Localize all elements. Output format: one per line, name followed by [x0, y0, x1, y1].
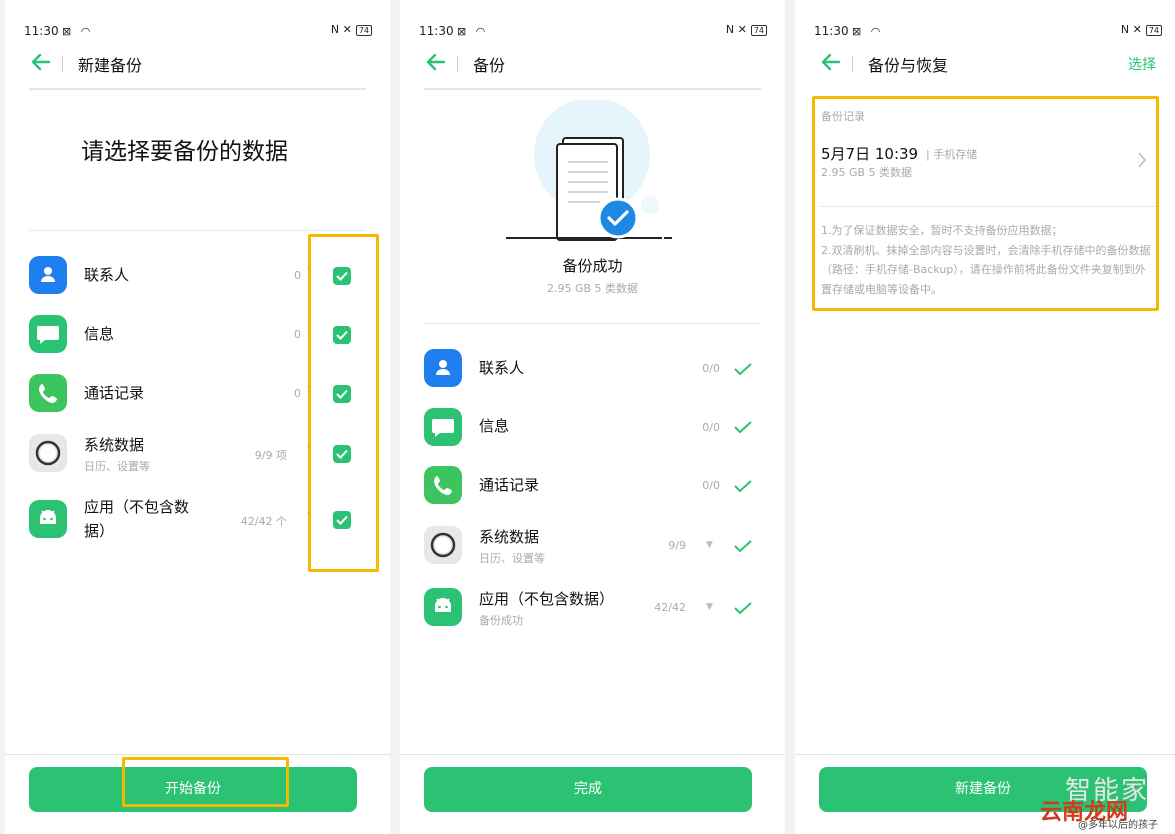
status-time: 11:30 [814, 24, 849, 38]
back-arrow-icon[interactable] [29, 50, 53, 74]
battery-icon: 74 [750, 24, 767, 36]
nfc-mute-battery-icon: N ✕ 74 [726, 23, 767, 36]
status-time: 11:30 [24, 24, 59, 38]
phone-icon [424, 466, 462, 504]
item-count: 9/9 项 [254, 449, 287, 462]
app-header: 新建备份 [5, 48, 390, 82]
item-name: 通话记录 [479, 476, 540, 494]
header-line [29, 88, 366, 90]
system-icon [29, 434, 67, 472]
item-subtitle: 备份成功 [479, 614, 523, 627]
android-icon [424, 588, 462, 626]
record-highlight-box [812, 96, 1159, 311]
item-count: 42/42 个 [240, 515, 287, 528]
divider [424, 323, 761, 324]
chevron-down-icon[interactable]: ▼ [706, 540, 713, 550]
phone-icon [29, 374, 67, 412]
backup-summary: 2.95 GB 5 类数据 [546, 282, 639, 295]
item-name: 信息 [84, 325, 115, 343]
item-name: 应用（不包含数据） [479, 590, 615, 608]
new-backup-screen: 11:30 ⊠ ◠ N ✕ 74 新建备份 请选择要备份的数据 联系人 0 ⌃ 信… [5, 0, 390, 834]
notification-wifi-icon: ⊠ ◠ [62, 25, 94, 38]
item-count: 0 [294, 328, 301, 341]
item-name: 应用（不包含数 [84, 498, 190, 516]
item-name-continued: 据） [84, 522, 115, 540]
watermark-credit: @多年以后的孩子 [1078, 820, 1158, 831]
header-divider [62, 56, 63, 72]
bottom-divider [400, 754, 785, 755]
select-data-heading: 请选择要备份的数据 [81, 139, 288, 165]
system-icon [424, 526, 462, 564]
app-header: 备份与恢复 选择 [795, 48, 1175, 82]
header-divider [852, 56, 853, 72]
item-count: 0 [294, 269, 301, 282]
bottom-divider [795, 754, 1175, 755]
status-bar: 11:30 ⊠ ◠ N ✕ 74 [419, 22, 767, 42]
item-name: 系统数据 [84, 436, 145, 454]
status-time: 11:30 [419, 24, 454, 38]
status-bar: 11:30 ⊠ ◠ N ✕ 74 [814, 22, 1162, 42]
checkbox-highlight-box [308, 234, 379, 572]
back-arrow-icon[interactable] [424, 50, 448, 74]
status-bar: 11:30 ⊠ ◠ N ✕ 74 [24, 22, 372, 42]
checkmark-icon [734, 363, 752, 376]
item-count: 0/0 [702, 421, 720, 434]
item-count: 9/9 [668, 539, 686, 552]
item-count: 42/42 [654, 601, 686, 614]
notification-wifi-icon: ⊠ ◠ [852, 25, 884, 38]
item-subtitle: 日历、设置等 [84, 460, 150, 473]
checkmark-icon [734, 480, 752, 493]
message-icon [29, 315, 67, 353]
chevron-down-icon[interactable]: ▼ [706, 602, 713, 612]
page-title: 备份与恢复 [868, 56, 949, 75]
button-highlight-box [122, 757, 289, 807]
divider [29, 230, 366, 231]
item-name: 联系人 [84, 266, 130, 284]
battery-icon: 74 [1145, 24, 1162, 36]
backup-success-illustration [506, 100, 672, 241]
result-item-apps[interactable]: 应用（不包含数据） 备份成功 42/42 ▼ [400, 580, 785, 636]
item-count: 0 [294, 387, 301, 400]
backup-restore-screen: 11:30 ⊠ ◠ N ✕ 74 备份与恢复 选择 备份记录 5月7日 10:39… [795, 0, 1175, 834]
result-item-messages: 信息 0/0 [400, 400, 785, 456]
checkmark-icon [734, 602, 752, 615]
android-icon [29, 500, 67, 538]
item-name: 系统数据 [479, 528, 540, 546]
item-count: 0/0 [702, 362, 720, 375]
nfc-mute-battery-icon: N ✕ 74 [1121, 23, 1162, 36]
page-title: 备份 [473, 56, 506, 75]
app-header: 备份 [400, 48, 785, 82]
message-icon [424, 408, 462, 446]
item-subtitle: 日历、设置等 [479, 552, 545, 565]
result-item-contacts: 联系人 0/0 [400, 341, 785, 397]
contacts-icon [29, 256, 67, 294]
item-name: 通话记录 [84, 384, 145, 402]
battery-icon: 74 [355, 24, 372, 36]
header-divider [457, 56, 458, 72]
item-count: 0/0 [702, 479, 720, 492]
item-name: 联系人 [479, 359, 525, 377]
contacts-icon [424, 349, 462, 387]
back-arrow-icon[interactable] [819, 50, 843, 74]
select-button[interactable]: 选择 [1128, 54, 1156, 74]
item-name: 信息 [479, 417, 510, 435]
result-item-call-log: 通话记录 0/0 [400, 458, 785, 514]
checkmark-icon [734, 421, 752, 434]
bottom-divider [5, 754, 390, 755]
nfc-mute-battery-icon: N ✕ 74 [331, 23, 372, 36]
backup-success-text: 备份成功 [562, 257, 623, 275]
page-title: 新建备份 [78, 56, 143, 75]
backup-result-screen: 11:30 ⊠ ◠ N ✕ 74 备份 备份成功 2.95 GB 5 类数据 联系… [400, 0, 785, 834]
notification-wifi-icon: ⊠ ◠ [457, 25, 489, 38]
header-line [424, 88, 761, 90]
done-button[interactable]: 完成 [424, 767, 752, 812]
result-item-system-data[interactable]: 系统数据 日历、设置等 9/9 ▼ [400, 518, 785, 574]
checkmark-icon [734, 540, 752, 553]
